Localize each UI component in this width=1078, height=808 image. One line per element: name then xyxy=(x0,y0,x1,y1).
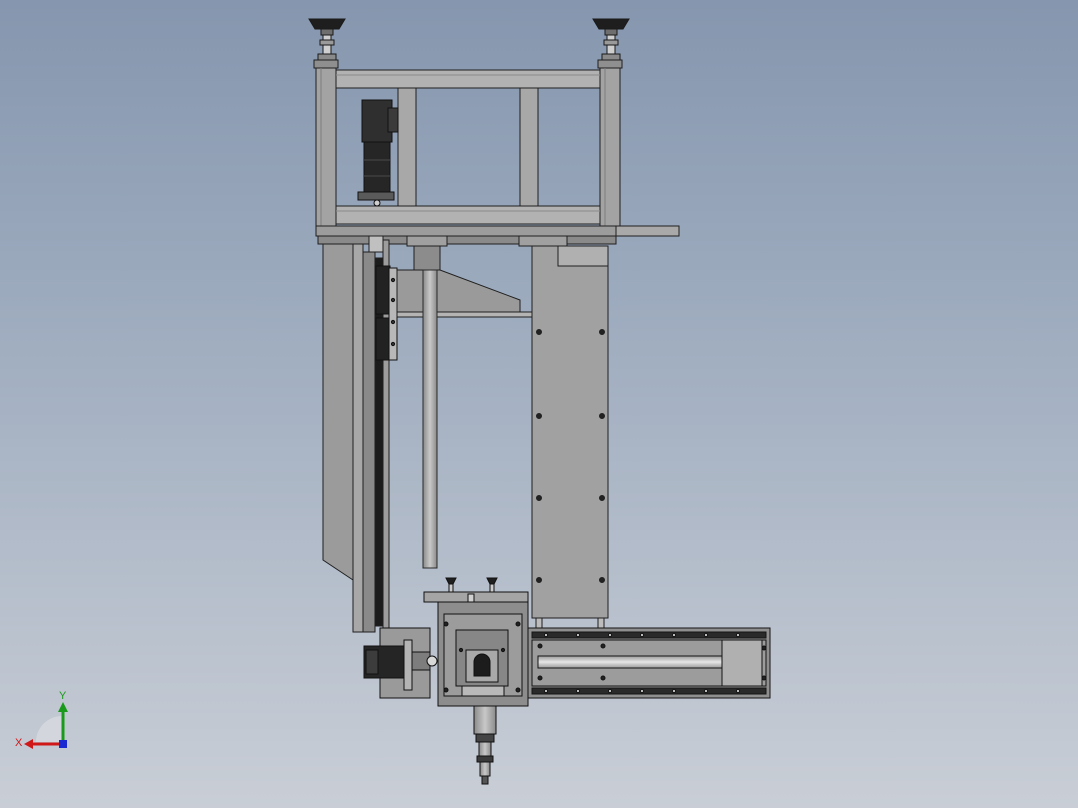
linear-module xyxy=(527,627,771,699)
cad-viewport[interactable]: X Y xyxy=(0,0,1078,808)
z-axis-marker xyxy=(59,740,67,748)
module-motor xyxy=(363,627,438,699)
spindle-tool xyxy=(473,705,497,785)
leveling-foot-right xyxy=(592,18,630,61)
y-axis-head xyxy=(58,702,68,712)
servo-motor xyxy=(357,99,399,207)
y-axis-label: Y xyxy=(59,690,67,702)
leveling-foot-left xyxy=(308,18,346,61)
right-side-plate xyxy=(531,245,609,629)
x-axis-head xyxy=(24,739,33,749)
coordinate-triad: X Y xyxy=(15,690,68,749)
spindle-carriage xyxy=(423,577,529,707)
assembly-drawing: X Y xyxy=(15,18,771,785)
slide-carriage xyxy=(375,265,398,361)
x-axis-label: X xyxy=(15,737,23,749)
